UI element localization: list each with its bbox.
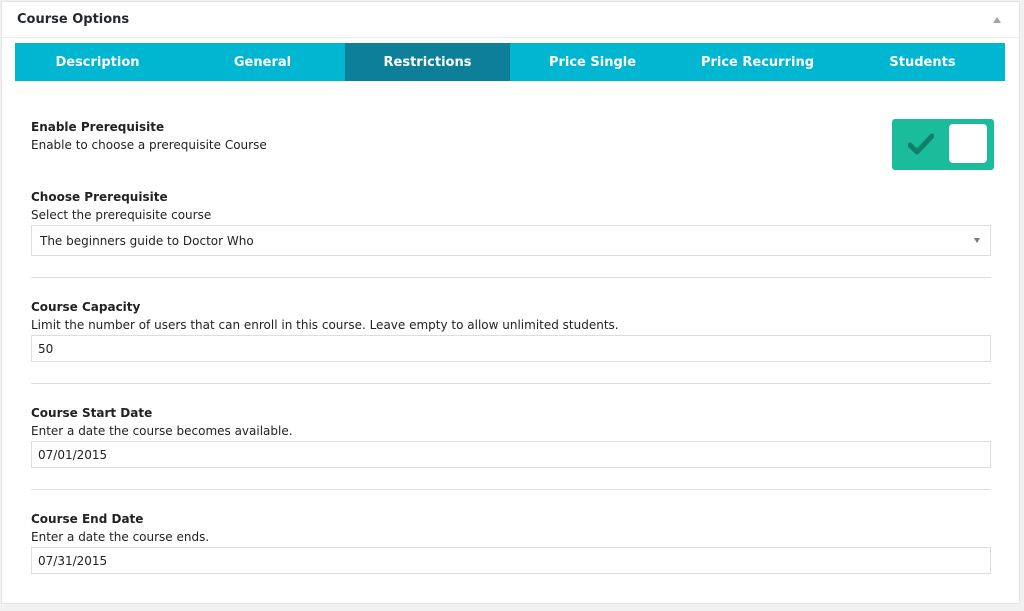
field-label: Enable Prerequisite (31, 120, 165, 134)
field-description: Enter a date the course becomes availabl… (31, 424, 293, 438)
field-course-start-date: Course Start Date Enter a date the cours… (31, 404, 991, 468)
tab-students[interactable]: Students (840, 43, 1005, 81)
course-start-date-input[interactable]: 07/01/2015 (31, 441, 991, 468)
panel-title: Course Options (17, 12, 130, 27)
field-label: Choose Prerequisite (31, 190, 168, 204)
field-label: Course Start Date (31, 406, 153, 420)
toggle-knob (949, 124, 987, 163)
field-course-capacity: Course Capacity Limit the number of user… (31, 298, 991, 362)
tab-description[interactable]: Description (15, 43, 180, 81)
field-course-end-date: Course End Date Enter a date the course … (31, 510, 991, 574)
panel-header[interactable]: Course Options (2, 2, 1019, 38)
field-label: Course Capacity (31, 300, 141, 314)
caret-down-icon (974, 238, 980, 243)
field-description: Select the prerequisite course (31, 208, 212, 222)
tab-price-single[interactable]: Price Single (510, 43, 675, 81)
field-choose-prerequisite: Choose Prerequisite Select the prerequis… (31, 188, 991, 256)
enable-prerequisite-toggle[interactable] (892, 119, 994, 170)
course-end-date-input[interactable]: 07/31/2015 (31, 547, 991, 574)
restrictions-content: Enable Prerequisite Enable to choose a p… (31, 118, 994, 574)
course-capacity-input[interactable]: 50 (31, 335, 991, 362)
field-description: Enter a date the course ends. (31, 530, 210, 544)
collapse-toggle-icon[interactable] (993, 16, 1001, 23)
field-description: Limit the number of users that can enrol… (31, 318, 619, 332)
select-value: The beginners guide to Doctor Who (40, 233, 254, 248)
tab-general[interactable]: General (180, 43, 345, 81)
field-label: Course End Date (31, 512, 144, 526)
checkmark-icon (906, 129, 936, 159)
tab-restrictions[interactable]: Restrictions (345, 43, 510, 81)
prerequisite-course-select[interactable]: The beginners guide to Doctor Who (31, 225, 991, 256)
field-enable-prerequisite: Enable Prerequisite Enable to choose a p… (31, 118, 994, 188)
tab-price-recurring[interactable]: Price Recurring (675, 43, 840, 81)
field-description: Enable to choose a prerequisite Course (31, 138, 267, 152)
course-options-tabs: Description General Restrictions Price S… (15, 43, 1005, 81)
